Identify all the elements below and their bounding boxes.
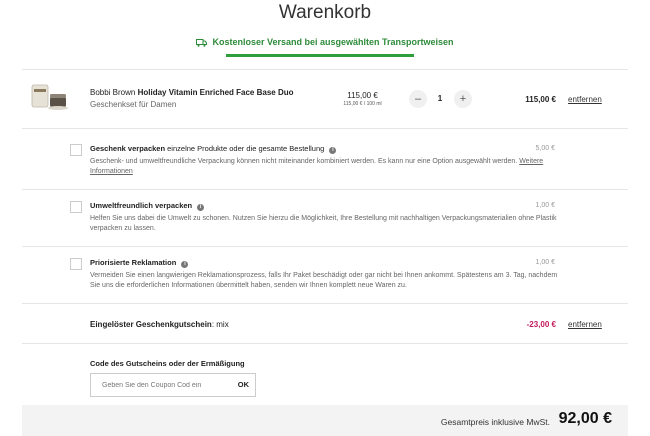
remove-product-link[interactable]: entfernen: [568, 95, 602, 104]
eco-packaging-price: 1,00 €: [535, 202, 555, 209]
gift-wrap-price: 5,00 €: [535, 145, 555, 152]
shipping-underline: [226, 54, 414, 57]
voucher-label: Eingelöster Geschenkgutschein: mix: [90, 320, 229, 329]
quantity-decrease-button[interactable]: –: [409, 90, 427, 108]
gift-wrap-checkbox[interactable]: [70, 144, 82, 156]
free-shipping-notice: Kostenloser Versand bei ausgewählten Tra…: [0, 37, 650, 49]
product-brand: Bobbi Brown: [90, 88, 136, 97]
product-total: 115,00 €: [525, 95, 556, 104]
info-icon[interactable]: i: [197, 204, 205, 211]
product-subtitle: Geschenkset für Damen: [90, 100, 177, 109]
coupon-input[interactable]: [91, 374, 225, 396]
divider: [22, 303, 628, 304]
total-bar: Gesamtpreis inklusive MwSt. 92,00 €: [22, 405, 628, 436]
coupon-label: Code des Gutscheins oder der Ermäßigung: [90, 359, 245, 368]
page-title: Warenkorb: [278, 2, 372, 23]
priority-claim-description: Vermeiden Sie einen langwierigen Reklama…: [90, 272, 558, 289]
quantity-value: 1: [437, 94, 443, 103]
product-name[interactable]: Bobbi Brown Holiday Vitamin Enriched Fac…: [90, 88, 294, 97]
total-label: Gesamtpreis inklusive MwSt.: [440, 417, 550, 427]
eco-packaging-description: Helfen Sie uns dabei die Umwelt zu schon…: [90, 215, 557, 232]
shipping-text: Kostenloser Versand bei ausgewählten Tra…: [212, 37, 454, 47]
info-icon[interactable]: i: [329, 147, 337, 154]
priority-claim-price: 1,00 €: [535, 259, 555, 266]
priority-claim-checkbox[interactable]: [70, 258, 82, 270]
divider: [22, 189, 628, 190]
product-title: Holiday Vitamin Enriched Face Base Duo: [137, 88, 294, 97]
coupon-form: OK: [90, 373, 256, 397]
coupon-ok-button[interactable]: OK: [238, 374, 249, 396]
divider: [22, 343, 628, 344]
product-unit-price: 115,00 € / 100 ml: [343, 101, 382, 107]
divider: [22, 128, 628, 129]
info-icon[interactable]: i: [181, 261, 189, 268]
divider: [22, 246, 628, 247]
eco-packaging-title: Umweltfreundlich verpacken i: [90, 201, 205, 211]
product-image[interactable]: [30, 83, 74, 113]
product-price: 115,00 €: [347, 91, 378, 100]
voucher-amount: -23,00 €: [526, 320, 556, 329]
voucher-code: : mix: [211, 320, 229, 329]
divider: [22, 69, 628, 70]
eco-packaging-checkbox[interactable]: [70, 201, 82, 213]
gift-wrap-description: Geschenk- und umweltfreundliche Verpacku…: [90, 158, 544, 175]
gift-wrap-title: Geschenk verpacken einzelne Produkte ode…: [90, 144, 337, 154]
gift-wrap-subtitle: einzelne Produkte oder die gesamte Beste…: [167, 144, 325, 153]
truck-icon: [196, 39, 208, 49]
quantity-increase-button[interactable]: +: [454, 90, 472, 108]
priority-claim-title: Priorisierte Reklamation i: [90, 258, 189, 268]
total-value: 92,00 €: [558, 410, 612, 427]
remove-voucher-link[interactable]: entfernen: [568, 320, 602, 329]
